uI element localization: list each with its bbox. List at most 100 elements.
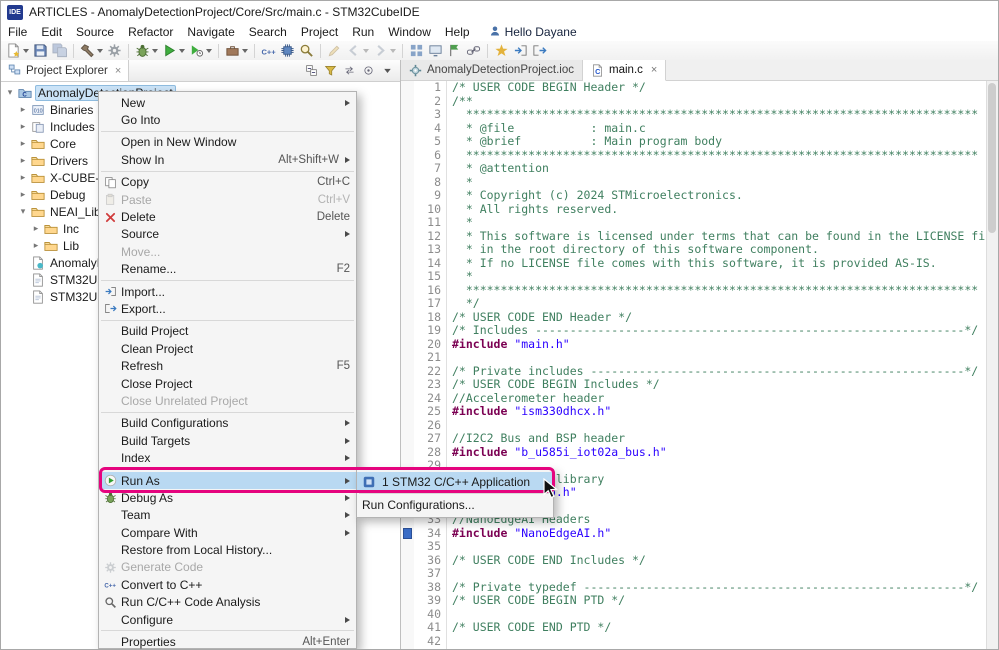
menu-item-paste[interactable]: PasteCtrl+V [99,191,356,208]
menu-separator [101,171,354,172]
menu-item-debug-as[interactable]: Debug As [99,489,356,506]
toolbar-export-button[interactable] [530,42,549,60]
toolbar-wand-button[interactable] [492,42,511,60]
menu-item-go-into[interactable]: Go Into [99,111,356,128]
view-menu-icon [381,64,394,77]
menu-item-restore-from-local-history[interactable]: Restore from Local History... [99,541,356,558]
toolbar-search-button[interactable] [297,42,316,60]
menu-item-compare-with[interactable]: Compare With [99,524,356,541]
code-line: * in the root directory of this software… [452,243,986,257]
toolbar-profile-button[interactable] [187,42,214,60]
toolbar-toolbox-button[interactable] [223,42,250,60]
menu-item-run-as[interactable]: Run As [99,472,356,489]
toolbar-gear-button[interactable] [105,42,124,60]
editor-tab-anomalydetectionproject-ioc[interactable]: AnomalyDetectionProject.ioc [401,60,583,80]
tree-collapsed-icon[interactable]: ▸ [31,240,41,251]
menu-item-new[interactable]: New [99,94,356,111]
editor-scrollbar[interactable] [986,81,998,649]
menu-item-run-c-c-code-analysis[interactable]: Run C/C++ Code Analysis [99,594,356,611]
menu-run[interactable]: Run [345,24,381,40]
tree-collapsed-icon[interactable]: ▸ [18,121,28,132]
tree-collapsed-icon[interactable]: ▸ [31,223,41,234]
toolbar-floppy-button[interactable] [31,42,50,60]
menu-item-convert-to-c[interactable]: C++Convert to C++ [99,576,356,593]
menu-item-build-configurations[interactable]: Build Configurations [99,415,356,432]
toolbar-arrow-left-button[interactable] [344,42,371,60]
focus-button[interactable] [362,64,375,77]
menu-item-index[interactable]: Index [99,449,356,466]
tree-collapsed-icon[interactable]: ▸ [18,138,28,149]
toolbar-hammer-button[interactable] [78,42,105,60]
tree-collapsed-icon[interactable]: ▸ [18,172,28,183]
menu-item-source[interactable]: Source [99,226,356,243]
delete-icon [100,211,121,224]
menu-project[interactable]: Project [294,24,345,40]
menu-item-close-unrelated-project[interactable]: Close Unrelated Project [99,392,356,409]
tree-expanded-icon[interactable]: ▾ [5,87,15,98]
menu-item-delete[interactable]: DeleteDelete [99,208,356,225]
toolbar-doc-new-button[interactable] [4,42,31,60]
code-line: * This software is licensed under terms … [452,230,986,244]
link-editor-button[interactable] [343,64,356,77]
toolbar-link-button[interactable] [464,42,483,60]
toolbar-grid-button[interactable] [407,42,426,60]
menu-item-open-in-new-window[interactable]: Open in New Window [99,134,356,151]
menu-item-build-targets[interactable]: Build Targets [99,432,356,449]
menu-item-import[interactable]: Import... [99,283,356,300]
code-line: /* Includes ----------------------------… [452,324,986,338]
toolbar-play-button[interactable] [160,42,187,60]
close-view-icon[interactable]: × [115,65,121,77]
close-tab-icon[interactable]: × [651,64,657,76]
toolbar-bug-button[interactable] [133,42,160,60]
code-text[interactable]: /* USER CODE BEGIN Header *//** ********… [447,81,986,649]
toolbar-pencil-button[interactable] [325,42,344,60]
menu-search[interactable]: Search [242,24,294,40]
menu-edit[interactable]: Edit [34,24,69,40]
tree-collapsed-icon[interactable]: ▸ [18,189,28,200]
menu-item-clean-project[interactable]: Clean Project [99,340,356,357]
menu-item-right [345,420,355,426]
code-line: /* USER CODE BEGIN Includes */ [452,378,986,392]
menu-item-team[interactable]: Team [99,507,356,524]
menu-item-close-project[interactable]: Close Project [99,375,356,392]
menu-source[interactable]: Source [69,24,121,40]
menu-item-rename[interactable]: Rename...F2 [99,261,356,278]
view-menu-button[interactable] [381,64,394,77]
code-line: * All rights reserved. [452,203,986,217]
editor-tab-main-c[interactable]: Cmain.c× [583,60,666,81]
menu-file[interactable]: File [1,24,34,40]
toolbar-monitor-button[interactable] [426,42,445,60]
menu-item-properties[interactable]: PropertiesAlt+Enter [99,633,356,650]
toolbar-chip-button[interactable] [278,42,297,60]
menu-item-show-in[interactable]: Show InAlt+Shift+W [99,151,356,168]
menu-item-configure[interactable]: Configure [99,611,356,628]
toolbar-import-button[interactable] [511,42,530,60]
toolbar-floppy-all-button[interactable] [50,42,69,60]
tree-collapsed-icon[interactable]: ▸ [18,104,28,115]
menu-item-refresh[interactable]: RefreshF5 [99,357,356,374]
menu-item-copy[interactable]: CopyCtrl+C [99,174,356,191]
menu-help[interactable]: Help [438,24,477,40]
menu-window[interactable]: Window [381,24,438,40]
menu-navigate[interactable]: Navigate [180,24,241,40]
menu-refactor[interactable]: Refactor [121,24,180,40]
submenu-item-run-configurations[interactable]: Run Configurations... [357,495,553,515]
menu-item-label: Index [121,451,150,465]
scrollbar-thumb[interactable] [988,83,996,233]
collapse-all-button[interactable] [305,64,318,77]
menu-item-export[interactable]: Export... [99,300,356,317]
tab-project-explorer[interactable]: Project Explorer × [1,60,129,81]
toolbar-arrow-right-button[interactable] [371,42,398,60]
code-line [452,635,986,649]
tree-collapsed-icon[interactable]: ▸ [18,155,28,166]
menu-item-move[interactable]: Move... [99,243,356,260]
tree-expanded-icon[interactable]: ▾ [18,206,28,217]
menu-item-build-project[interactable]: Build Project [99,323,356,340]
toolbar-cpp-button[interactable]: C++ [259,42,278,60]
filter-button[interactable] [324,64,337,77]
code-editor[interactable]: 1234567891011121314151617181920212223242… [401,81,998,649]
submenu-item-1-stm32-c-c-application[interactable]: 1 STM32 C/C++ Application [357,472,553,492]
menu-item-right: Ctrl+V [318,194,355,206]
menu-item-generate-code[interactable]: Generate Code [99,559,356,576]
toolbar-flag-button[interactable] [445,42,464,60]
